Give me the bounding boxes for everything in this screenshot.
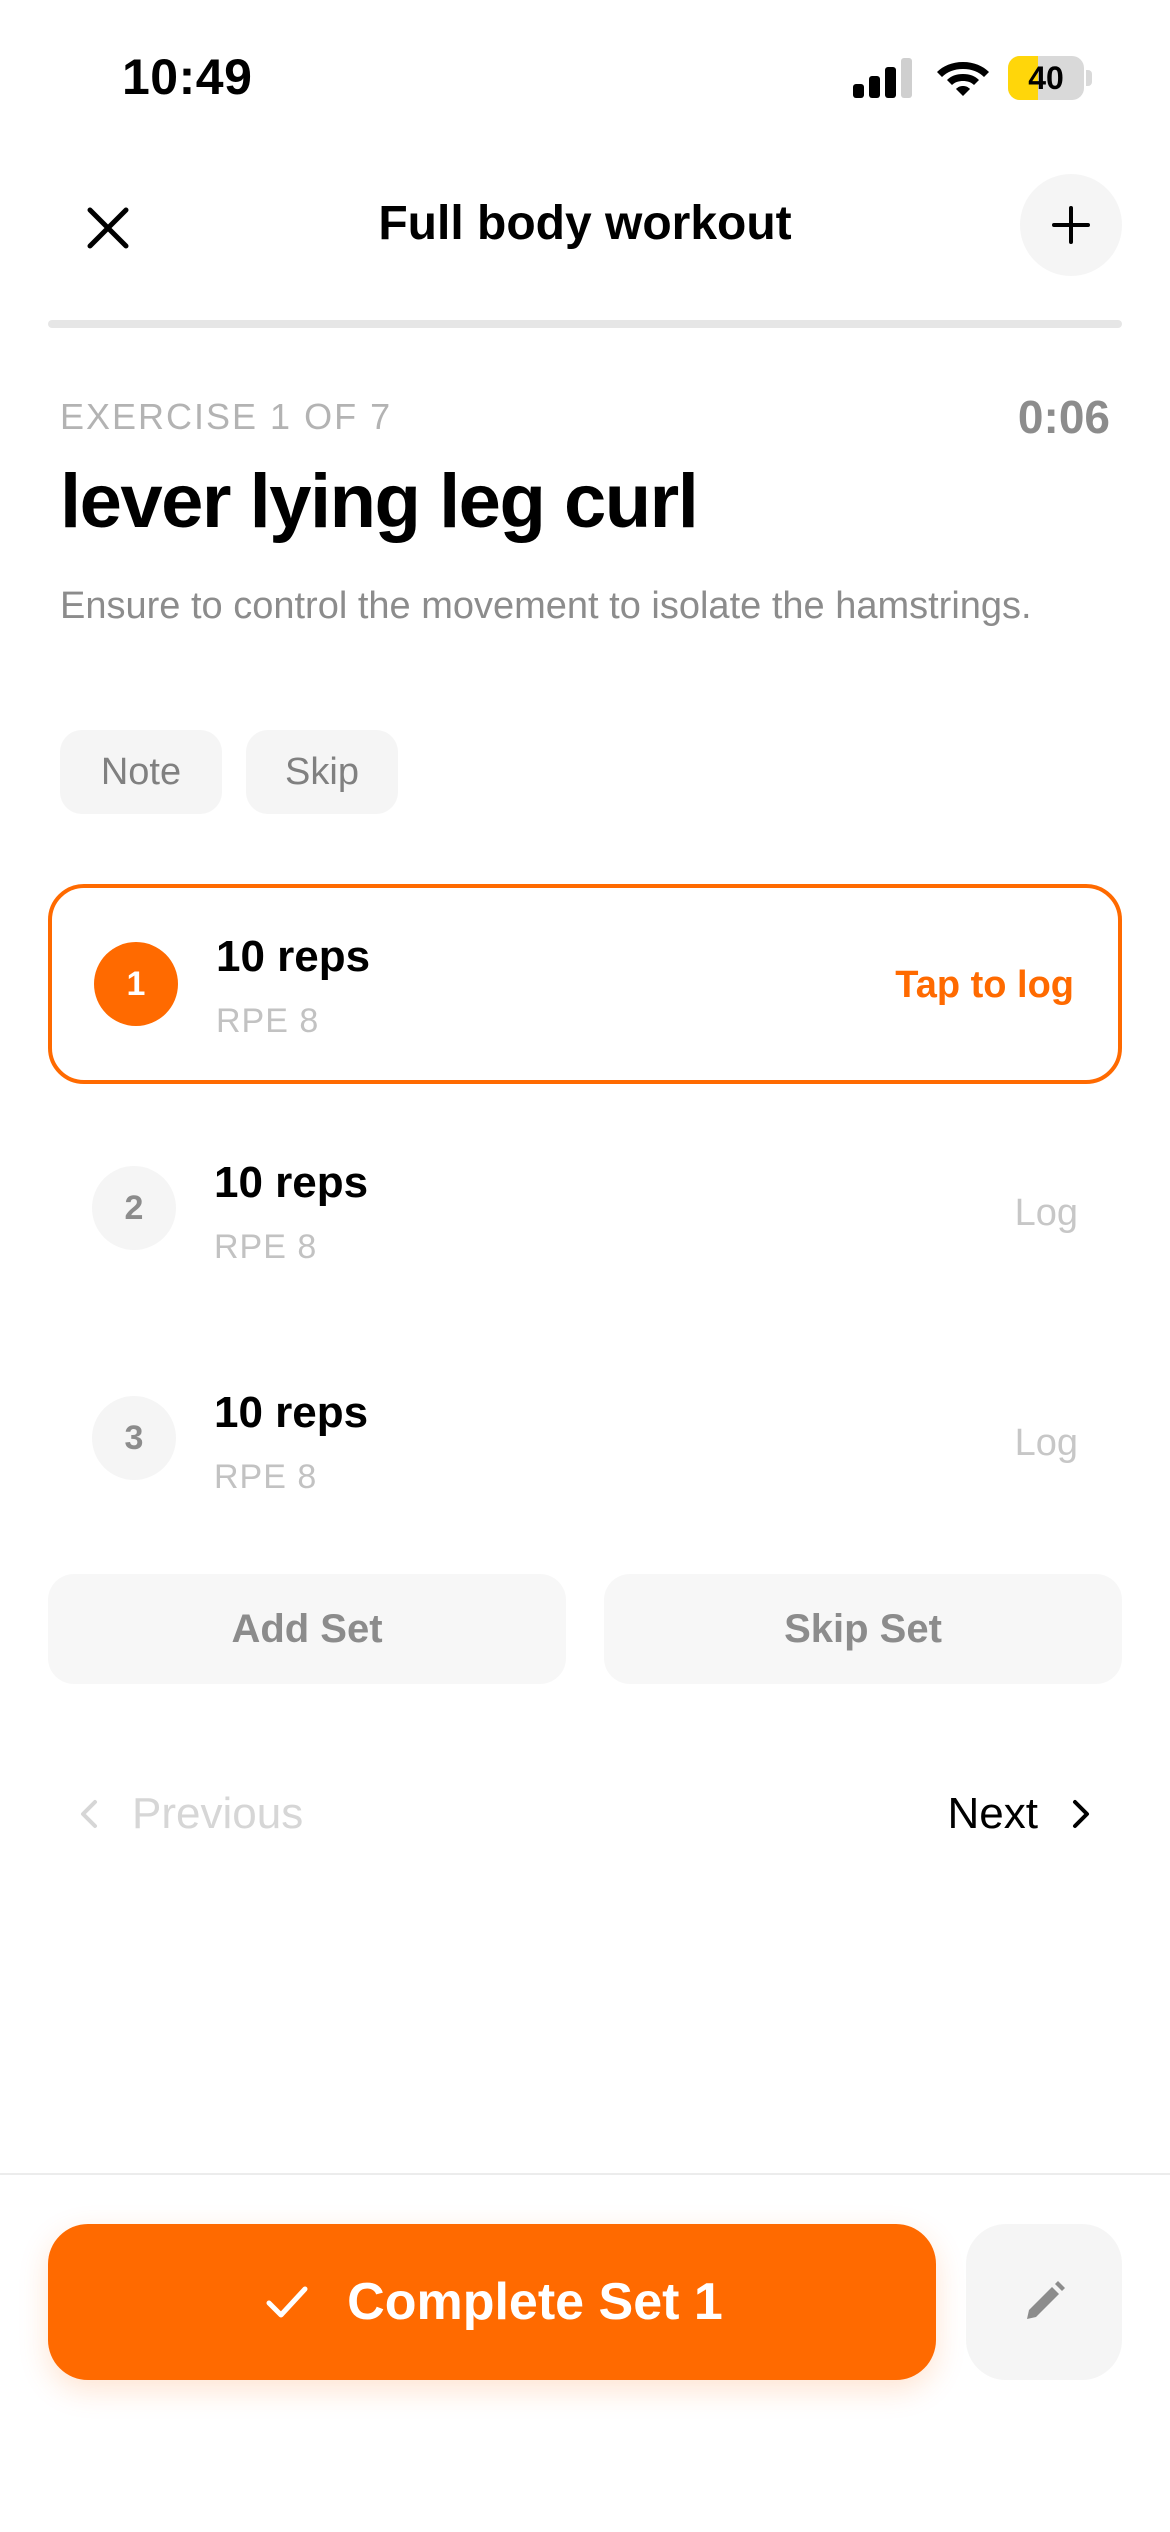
battery-indicator: 40 — [1008, 56, 1092, 100]
add-exercise-button[interactable] — [1020, 174, 1122, 276]
exercise-description: Ensure to control the movement to isolat… — [60, 585, 1032, 627]
pencil-icon — [1027, 2281, 1065, 2319]
footer-divider — [0, 2173, 1170, 2175]
set-rpe: RPE 8 — [216, 1002, 320, 1040]
set-row-2[interactable]: 2 10 reps RPE 8 Log — [48, 1114, 1122, 1314]
set-number-badge: 3 — [92, 1396, 176, 1480]
chevron-left-icon — [81, 1800, 97, 1828]
page-title: Full body workout — [378, 197, 792, 250]
wifi-icon — [937, 62, 989, 96]
exercise-counter: EXERCISE 1 OF 7 — [60, 396, 393, 437]
skip-exercise-button[interactable]: Skip — [246, 730, 398, 814]
previous-button[interactable]: Previous — [70, 1784, 303, 1844]
set-reps: 10 reps — [216, 932, 371, 981]
set-rpe: RPE 8 — [214, 1228, 318, 1266]
add-set-button[interactable]: Add Set — [48, 1574, 566, 1684]
set-rpe: RPE 8 — [214, 1458, 318, 1496]
set-number-badge: 2 — [92, 1166, 176, 1250]
log-button[interactable]: Log — [1015, 1422, 1078, 1465]
skip-set-button[interactable]: Skip Set — [604, 1574, 1122, 1684]
set-number-badge: 1 — [94, 942, 178, 1026]
chevron-right-icon — [1073, 1800, 1089, 1828]
plus-icon — [1052, 206, 1090, 244]
set-reps: 10 reps — [214, 1388, 369, 1437]
checkmark-icon — [266, 2286, 308, 2318]
complete-set-label: Complete Set 1 — [347, 2273, 723, 2331]
cellular-signal-icon — [853, 58, 912, 98]
next-label: Next — [947, 1789, 1038, 1838]
exercise-timer: 0:06 — [1017, 391, 1110, 443]
log-button[interactable]: Log — [1015, 1192, 1078, 1235]
next-button[interactable]: Next — [948, 1784, 1100, 1844]
set-row-3[interactable]: 3 10 reps RPE 8 Log — [48, 1344, 1122, 1544]
set-row-1[interactable]: 1 10 reps RPE 8 Tap to log — [48, 884, 1122, 1084]
workout-progress-bar — [48, 320, 1122, 328]
exercise-name: lever lying leg curl — [60, 459, 699, 544]
complete-set-button[interactable]: Complete Set 1 — [48, 2224, 936, 2380]
note-button[interactable]: Note — [60, 730, 222, 814]
previous-label: Previous — [132, 1789, 304, 1838]
edit-button[interactable] — [966, 2224, 1122, 2380]
tap-to-log-button[interactable]: Tap to log — [895, 964, 1074, 1007]
set-reps: 10 reps — [214, 1158, 369, 1207]
status-time: 10:49 — [122, 49, 253, 105]
battery-level-text: 40 — [1028, 60, 1064, 96]
